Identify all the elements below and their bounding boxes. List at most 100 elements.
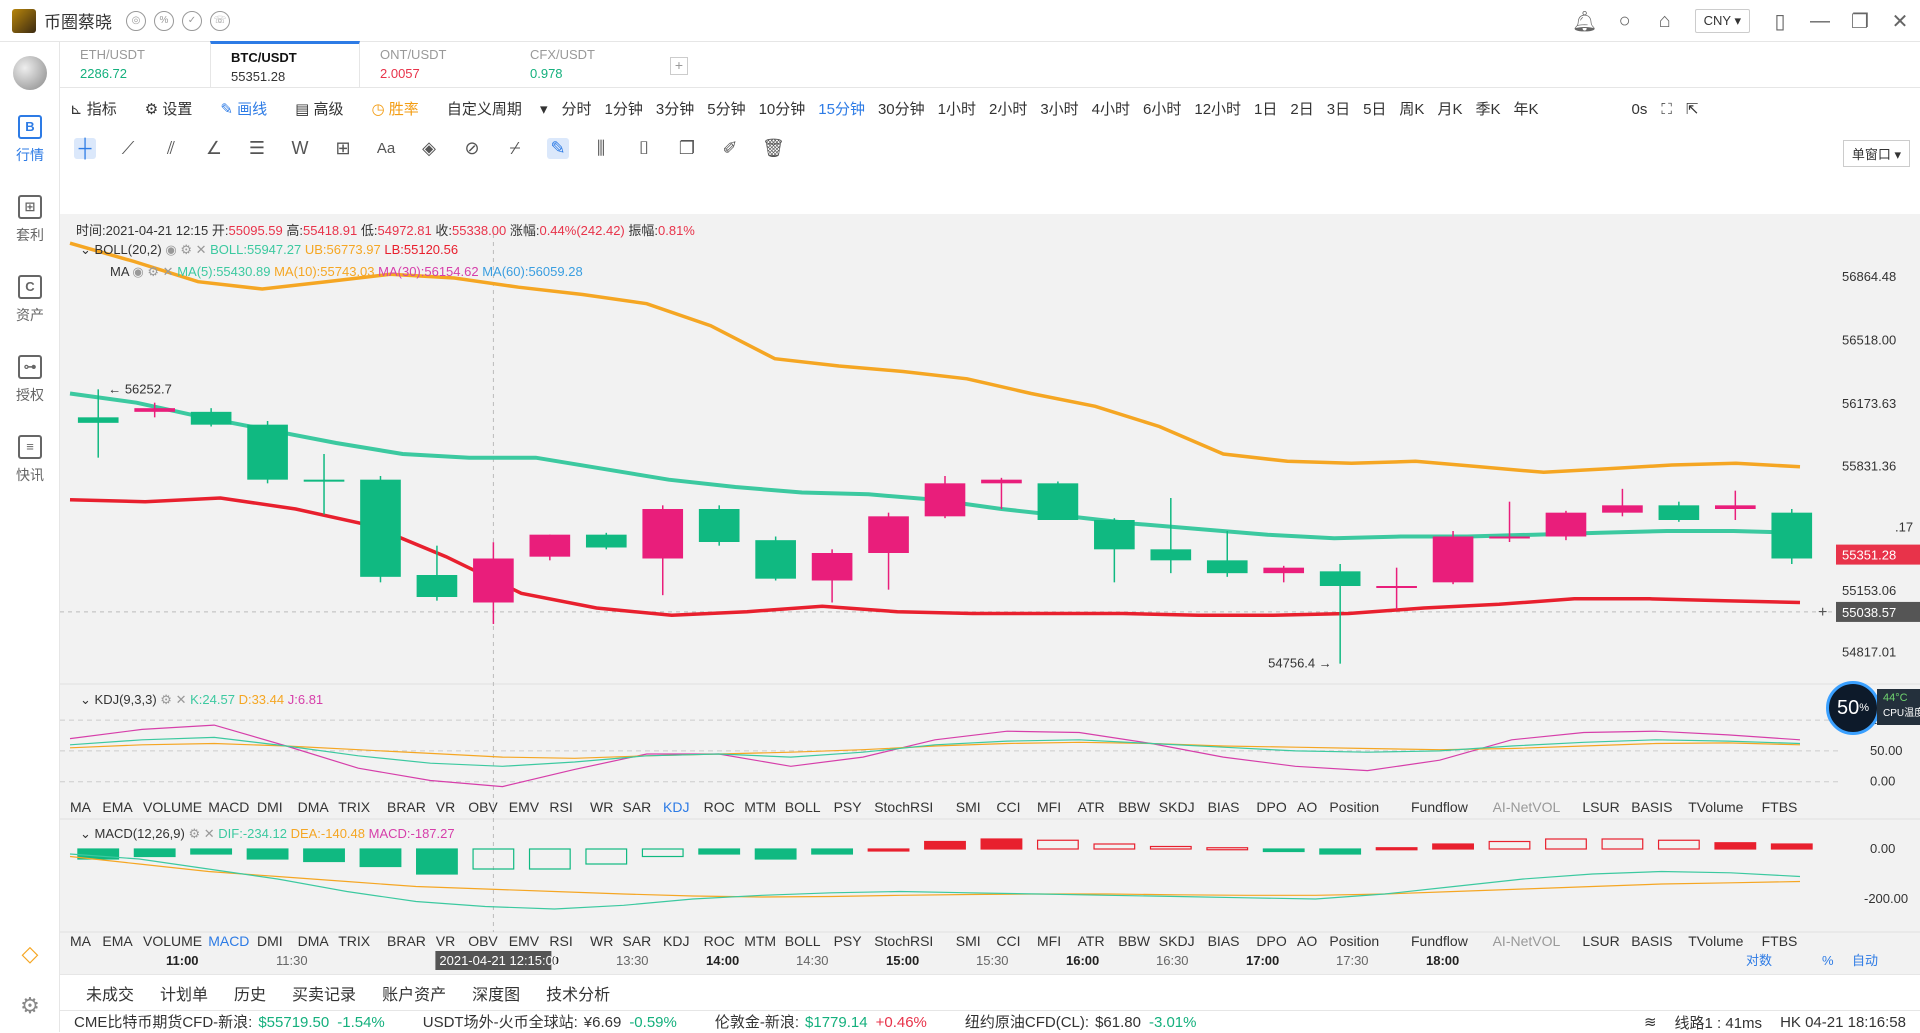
indicator-tab[interactable]: DMI (257, 799, 283, 815)
indicator-tab[interactable]: TVolume (1688, 933, 1743, 949)
indicator-tab[interactable]: EMA (102, 799, 133, 815)
parallel-icon[interactable]: ⫽ (160, 138, 182, 159)
indicator-tab[interactable]: MTM (744, 933, 776, 949)
indicator-tab[interactable]: OBV (468, 799, 498, 815)
bottom-tab[interactable]: 深度图 (472, 981, 520, 1005)
trash-icon[interactable]: 🗑︎ (762, 138, 785, 159)
period-option[interactable]: 10分钟 (759, 101, 806, 118)
price-chart[interactable]: ← 56252.7 54756.4 → 56864.48 56518.00 56173.… (60, 214, 1920, 974)
indicator-tab[interactable]: Position (1329, 933, 1379, 949)
indicator-tab[interactable]: SKDJ (1159, 799, 1195, 815)
lock-icon[interactable]: ⌷ (633, 138, 655, 159)
close-icon[interactable]: ✕ (1880, 0, 1920, 42)
window-mode-select[interactable]: 单窗口 ▾ (1842, 140, 1910, 167)
indicator-tab[interactable]: FTBS (1762, 799, 1798, 815)
period-option[interactable]: 15分钟 (818, 101, 865, 118)
remove-icon[interactable]: ✕ (176, 692, 187, 707)
ticker-item[interactable]: 伦敦金-新浪: $1779.14 +0.46% (715, 1011, 927, 1032)
period-option[interactable]: 周K (1399, 101, 1424, 118)
indicator-tab[interactable]: LSUR (1582, 933, 1619, 949)
period-option[interactable]: 30分钟 (878, 101, 925, 118)
period-option[interactable]: 5分钟 (707, 101, 745, 118)
add-alert-icon[interactable]: + (1818, 604, 1827, 621)
angle-icon[interactable]: ∠ (203, 138, 225, 159)
eye-icon[interactable]: ◉ (165, 242, 176, 257)
axis-option[interactable]: 对数 (1746, 953, 1772, 968)
chart-area[interactable]: ← 56252.7 54756.4 → 56864.48 56518.00 56173.… (60, 214, 1920, 974)
badge-icon-3[interactable]: ✓ (182, 10, 202, 31)
indicator-tab[interactable]: RSI (549, 933, 572, 949)
ticker-item[interactable]: CME比特币期货CFD-新浪: $55719.50 -1.54% (74, 1011, 385, 1032)
period-option[interactable]: 1日 (1254, 101, 1277, 118)
period-option[interactable]: 1小时 (938, 101, 976, 118)
fib-icon[interactable]: ☰ (246, 138, 268, 159)
period-option[interactable]: 2日 (1290, 101, 1313, 118)
period-option[interactable]: 3小时 (1040, 101, 1078, 118)
indicator-tab[interactable]: TRIX (338, 933, 371, 949)
bottom-tab[interactable]: 计划单 (160, 981, 208, 1005)
period-option[interactable]: 季K (1475, 101, 1500, 118)
winrate-button[interactable]: ◷ 胜率 (372, 98, 433, 119)
sidebar-item-0[interactable]: B 行情 (0, 100, 60, 180)
draw-button[interactable]: ✎ 画线 (220, 98, 281, 119)
indicator-tab[interactable]: WR (590, 799, 613, 815)
rect-icon[interactable]: ⊞ (332, 138, 354, 159)
sidebar-item-1[interactable]: ⊞ 套利 (0, 180, 60, 260)
indicator-tab[interactable]: BIAS (1208, 799, 1240, 815)
add-tab-button[interactable]: + (670, 57, 688, 75)
period-option[interactable]: 12小时 (1194, 101, 1241, 118)
sidebar-item-3[interactable]: ⊶ 授权 (0, 340, 60, 420)
restore-icon[interactable]: ❐ (1840, 0, 1880, 42)
magnet-icon[interactable]: ⊘ (461, 138, 483, 159)
phone-icon[interactable]: ☏ (210, 10, 230, 31)
ticker-item[interactable]: 纽约原油CFD(CL): $61.80 -3.01% (965, 1011, 1197, 1032)
indicator-tab[interactable]: TVolume (1688, 799, 1743, 815)
bottom-tab[interactable]: 未成交 (86, 981, 134, 1013)
settings-button[interactable]: ⚙ 设置 (145, 98, 207, 119)
symbol-tab[interactable]: ETH/USDT 2286.72 (60, 41, 210, 87)
axis-option[interactable]: % (1822, 953, 1834, 968)
period-option[interactable]: 年K (1513, 101, 1538, 118)
period-option[interactable]: 1分钟 (605, 101, 643, 118)
indicator-tab[interactable]: CCI (996, 933, 1020, 949)
indicator-tab[interactable]: StochRSI (874, 799, 933, 815)
indicator-tab[interactable]: VOLUME (143, 799, 202, 815)
remove-icon[interactable]: ✕ (204, 826, 215, 841)
candles-icon[interactable]: ⫼ (590, 138, 612, 159)
collapse-icon[interactable]: ⌄ (80, 692, 91, 707)
minimize-icon[interactable]: — (1800, 0, 1840, 42)
gear-icon[interactable]: ⚙ (180, 242, 192, 257)
symbol-tab[interactable]: ONT/USDT 2.0057 (360, 41, 510, 87)
ticker-item[interactable]: USDT场外-火币全球站: ¥6.69 -0.59% (423, 1011, 677, 1032)
indicator-tab[interactable]: MTM (744, 799, 776, 815)
indicator-tab[interactable]: SAR (622, 933, 651, 949)
collapse-icon[interactable]: ⌄ (80, 242, 91, 257)
indicator-tab[interactable]: CCI (996, 799, 1020, 815)
wave-icon[interactable]: W (289, 138, 311, 159)
bottom-tab[interactable]: 技术分析 (546, 981, 610, 1005)
eraser-icon[interactable]: ◈ (418, 138, 440, 159)
indicator-tab[interactable]: BBW (1118, 933, 1151, 949)
sidebar-item-2[interactable]: C 资产 (0, 260, 60, 340)
indicator-tab[interactable]: MFI (1037, 799, 1061, 815)
indicator-tab[interactable]: MA (70, 933, 92, 949)
diamond-icon[interactable]: ◇ (0, 928, 60, 980)
eye-icon[interactable]: ◉ (132, 264, 143, 279)
indicator-tab[interactable]: Fundflow (1411, 933, 1469, 949)
remove-icon[interactable]: ✕ (163, 264, 174, 279)
gear-icon[interactable]: ⚙ (147, 264, 159, 279)
indicator-tab[interactable]: AI-NetVOL (1493, 799, 1561, 815)
remove-icon[interactable]: ✕ (196, 242, 207, 257)
indicator-tab[interactable]: MFI (1037, 933, 1061, 949)
shirt-icon[interactable]: ⌂ (1645, 0, 1685, 42)
avatar[interactable] (12, 8, 36, 33)
indicator-tab[interactable]: BRAR (387, 799, 426, 815)
indicator-tab[interactable]: PSY (834, 933, 863, 949)
edit-icon[interactable]: ✐ (719, 138, 741, 159)
indicator-tab[interactable]: DMA (298, 933, 330, 949)
indicator-tab[interactable]: AO (1297, 933, 1317, 949)
indicator-tab[interactable]: MA (70, 799, 92, 815)
indicator-tab[interactable]: EMV (509, 933, 540, 949)
bottom-tab[interactable]: 买卖记录 (292, 981, 356, 1005)
indicator-tab[interactable]: ROC (704, 799, 735, 815)
